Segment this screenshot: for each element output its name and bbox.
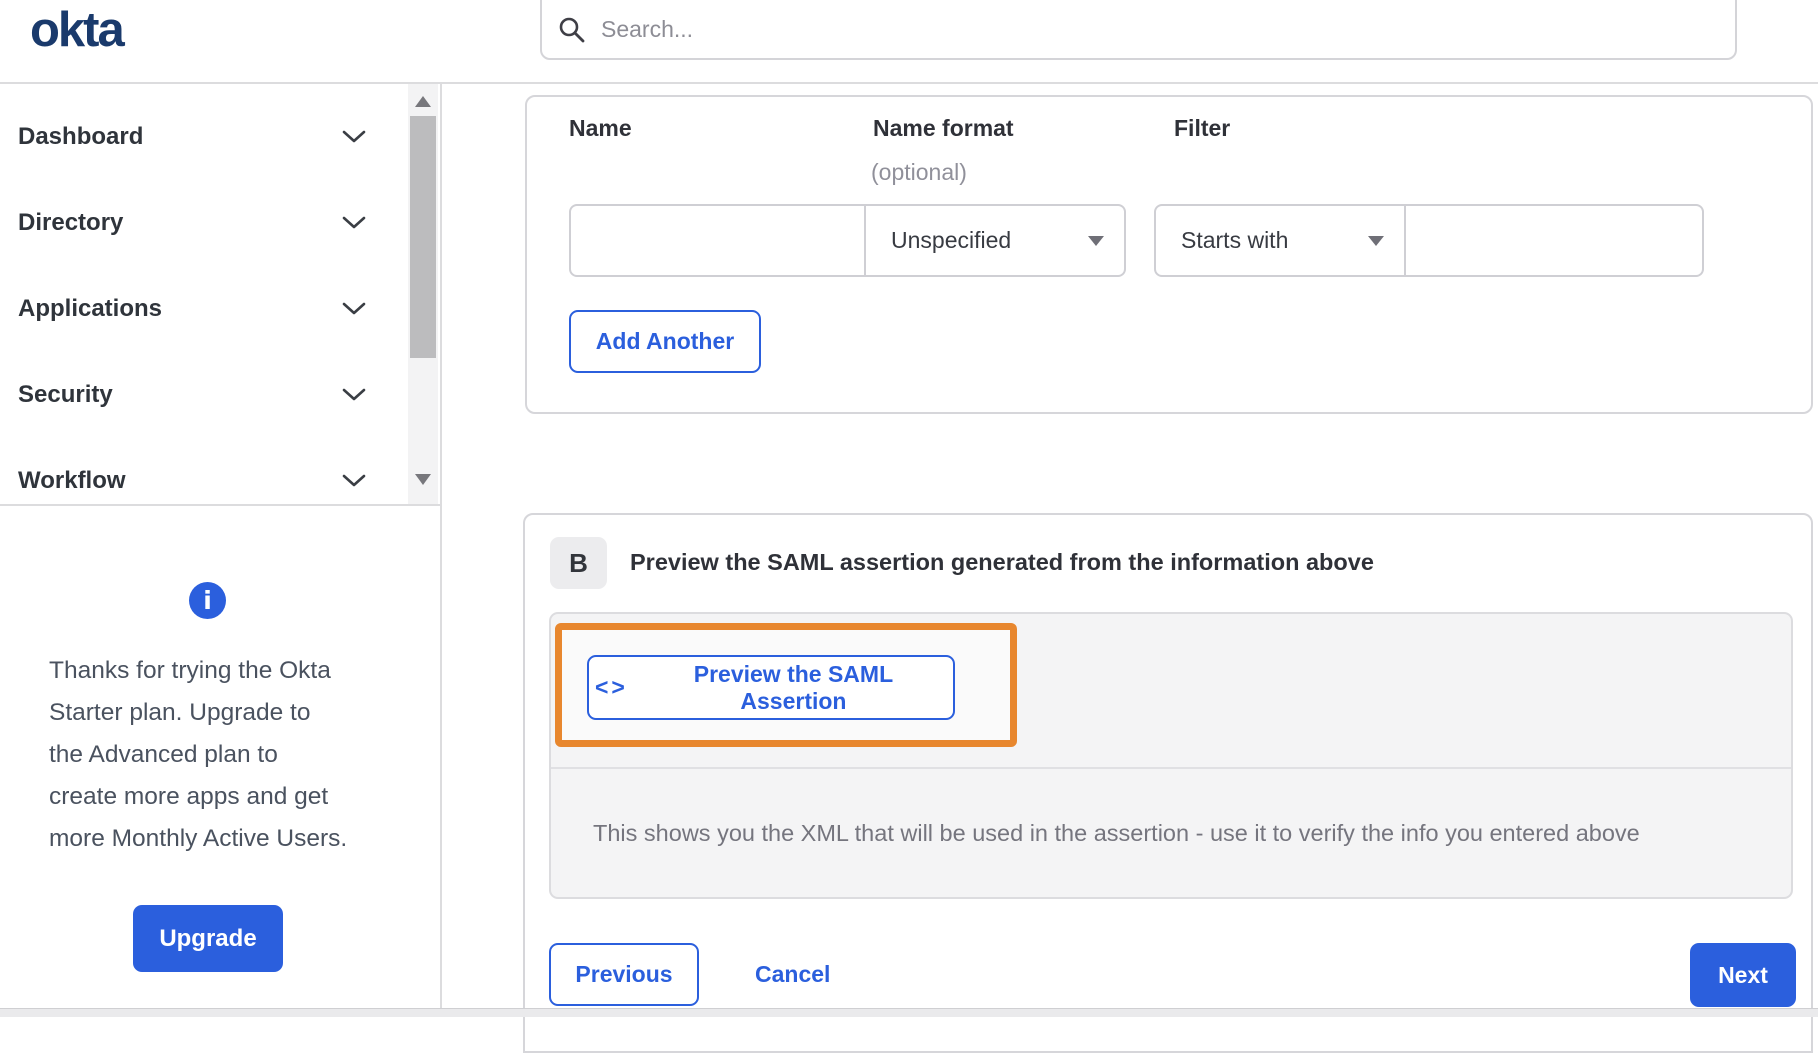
previous-button[interactable]: Previous	[549, 943, 699, 1006]
dropdown-caret-icon	[1368, 235, 1384, 246]
sidebar-item-label: Security	[18, 381, 113, 408]
filter-column-label: Filter	[1174, 115, 1231, 141]
cancel-link[interactable]: Cancel	[749, 943, 836, 1006]
name-format-optional-label: (optional)	[871, 159, 967, 185]
scroll-down-icon[interactable]	[415, 474, 431, 485]
chevron-down-icon	[342, 302, 366, 315]
info-icon: i	[189, 582, 226, 619]
sidebar-item-label: Dashboard	[18, 123, 144, 150]
step-b-badge: B	[550, 537, 607, 589]
saml-preview-card: B Preview the SAML assertion generated f…	[523, 513, 1813, 1053]
code-icon: <>	[595, 674, 628, 700]
search-input[interactable]	[599, 14, 1717, 44]
upgrade-message-line: create more apps and get	[49, 783, 329, 810]
sidebar-item-workflow[interactable]: Workflow	[0, 438, 408, 524]
filter-type-value: Starts with	[1181, 227, 1289, 253]
global-search[interactable]	[540, 0, 1737, 60]
sidebar-item-label: Workflow	[18, 467, 126, 494]
next-button[interactable]: Next	[1690, 943, 1796, 1007]
okta-logo: okta	[30, 3, 125, 57]
scrollbar-thumb[interactable]	[410, 116, 436, 358]
sidebar-item-dashboard[interactable]: Dashboard	[0, 94, 408, 180]
sidebar-item-security[interactable]: Security	[0, 352, 408, 438]
preview-saml-assertion-button[interactable]: <> Preview the SAML Assertion	[587, 655, 955, 720]
chevron-down-icon	[342, 130, 366, 143]
chevron-down-icon	[342, 474, 366, 487]
filter-value-input[interactable]	[1406, 204, 1704, 277]
preview-saml-assertion-label: Preview the SAML Assertion	[693, 660, 894, 714]
upgrade-message-line: the Advanced plan to	[49, 741, 278, 768]
attribute-name-input[interactable]	[569, 204, 866, 277]
info-icon-glyph: i	[203, 586, 212, 615]
dropdown-caret-icon	[1088, 235, 1104, 246]
preview-description: This shows you the XML that will be used…	[593, 819, 1640, 846]
attribute-statement-card: Name Name format (optional) Filter Unspe…	[525, 95, 1813, 414]
preview-section-heading: Preview the SAML assertion generated fro…	[630, 549, 1374, 575]
filter-type-dropdown[interactable]: Starts with	[1154, 204, 1406, 277]
sidebar-nav: Dashboard Directory Applications Securit…	[0, 84, 408, 524]
upgrade-message-line: Thanks for trying the Okta	[49, 657, 331, 684]
name-format-column-label: Name format	[873, 115, 1014, 141]
preview-panel-top: <> Preview the SAML Assertion	[551, 614, 1791, 767]
sidebar-right-border	[440, 82, 442, 1008]
preview-panel-bottom: This shows you the XML that will be used…	[551, 767, 1791, 897]
upgrade-message-line: more Monthly Active Users.	[49, 825, 348, 852]
sidebar-scrollbar[interactable]	[408, 84, 438, 504]
upgrade-message: Thanks for trying the Okta Starter plan.…	[49, 650, 394, 860]
tutorial-highlight-box: <> Preview the SAML Assertion	[555, 623, 1017, 747]
upgrade-message-line: Starter plan. Upgrade to	[49, 699, 311, 726]
upgrade-button[interactable]: Upgrade	[133, 905, 283, 972]
name-column-label: Name	[569, 115, 632, 141]
sidebar-item-label: Applications	[18, 295, 163, 322]
name-format-dropdown[interactable]: Unspecified	[866, 204, 1126, 277]
chevron-down-icon	[342, 216, 366, 229]
add-another-button[interactable]: Add Another	[569, 310, 761, 373]
search-icon	[559, 17, 585, 42]
sidebar-item-label: Directory	[18, 209, 124, 236]
chevron-down-icon	[342, 388, 366, 401]
scroll-up-icon[interactable]	[415, 96, 431, 107]
sidebar-item-applications[interactable]: Applications	[0, 266, 408, 352]
sidebar-item-directory[interactable]: Directory	[0, 180, 408, 266]
name-format-value: Unspecified	[891, 227, 1012, 253]
preview-panel: <> Preview the SAML Assertion This shows…	[549, 612, 1793, 899]
